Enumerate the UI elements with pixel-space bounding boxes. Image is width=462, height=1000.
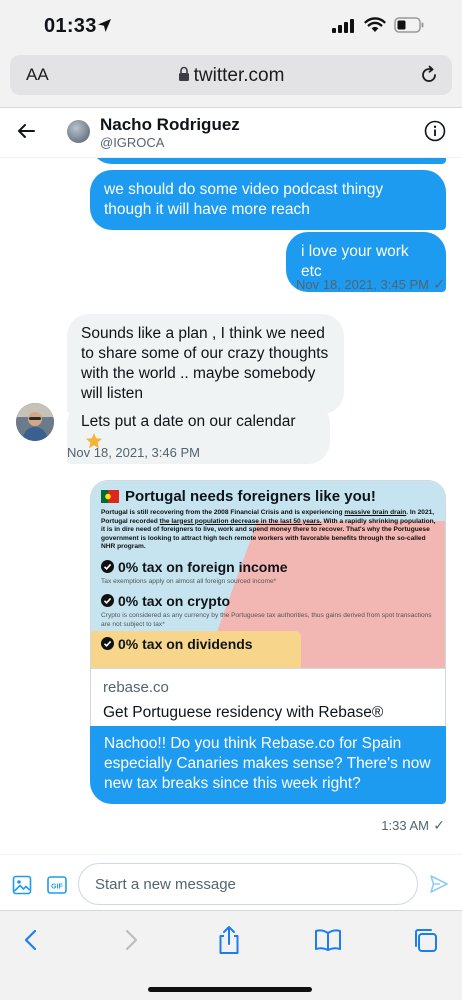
image-title-text: Portugal needs foreigners like you! [125,488,376,505]
share-icon[interactable] [216,925,242,955]
link-preview-card[interactable]: Portugal needs foreigners like you! Port… [90,480,446,735]
svg-text:GIF: GIF [51,883,63,890]
tabs-icon[interactable] [412,927,438,953]
home-indicator [148,987,312,992]
message-timestamp: Nov 18, 2021, 3:46 PM [67,445,200,460]
compose-bar: GIF [0,854,462,910]
benefit-text: 0% tax on dividends [118,635,253,652]
back-arrow-icon[interactable] [16,121,36,141]
url-text: twitter.com [193,65,285,86]
safari-forward-icon[interactable] [122,929,140,951]
message-text: Lets put a date on our calendar [81,413,296,430]
wifi-icon [364,17,386,32]
previous-message-bubble[interactable] [90,158,446,164]
message-bubble-outgoing[interactable]: we should do some video podcast thingy t… [90,170,446,230]
benefit-text: 0% tax on foreign income [118,558,288,575]
checkmark-icon [101,637,114,651]
safari-toolbar [0,910,462,1000]
message-timestamp: 1:33 AM [381,818,429,833]
image-content: Portugal needs foreigners like you! Port… [101,487,437,653]
header-avatar[interactable] [67,120,90,143]
battery-icon [394,17,424,33]
benefit-heading: 0% tax on crypto [101,592,437,610]
message-bubble-outgoing[interactable]: Nachoo!! Do you think Rebase.co for Spai… [90,726,446,804]
benefit-heading: 0% tax on foreign income [101,558,437,576]
desc-underlined: massive brain drain [344,509,407,516]
location-arrow-icon [98,19,111,32]
safari-back-icon[interactable] [22,929,40,951]
contact-name[interactable]: Nacho Rodriguez [100,115,240,135]
link-preview-text[interactable]: rebase.co Get Portuguese residency with … [91,668,445,734]
url-display[interactable]: twitter.com [10,65,452,87]
send-icon[interactable] [429,874,449,894]
lock-icon [178,66,189,81]
link-domain: rebase.co [103,679,169,696]
benefit-text: 0% tax on crypto [118,592,231,609]
message-bubble-incoming[interactable]: Sounds like a plan , I think we need to … [67,314,344,414]
message-input[interactable] [78,863,418,905]
image-description: Portugal is still recovering from the 20… [101,509,437,552]
benefit-note: Crypto is considered as any currency by … [101,611,432,628]
seen-status-icon: ✓ [433,276,445,292]
conversation-header: Nacho Rodriguez @IGROCA [0,108,462,158]
info-icon[interactable] [424,120,446,142]
message-timestamp: Nov 18, 2021, 3:45 PM [296,277,429,292]
link-preview-image[interactable]: Portugal needs foreigners like you! Port… [91,481,445,668]
status-time: 01:33 [44,15,97,37]
benefit-note: Tax exemptions apply on almost all forei… [101,577,277,585]
conversation-thread[interactable]: we should do some video podcast thingy t… [0,158,462,854]
status-bar: 01:33 [0,0,462,50]
portugal-flag-icon [101,490,119,503]
gif-icon[interactable]: GIF [47,876,67,894]
address-field[interactable]: AA twitter.com [10,55,452,95]
signal-icon [332,19,354,33]
safari-address-bar: AA twitter.com [0,50,462,108]
bookmarks-icon[interactable] [314,928,342,952]
benefit-heading: 0% tax on dividends [101,635,437,653]
media-icon[interactable] [12,875,32,895]
checkmark-icon [101,560,114,574]
desc-text: Portugal is still recovering from the 20… [101,509,345,516]
image-title: Portugal needs foreigners like you! [101,487,437,506]
contact-handle[interactable]: @IGROCA [100,135,164,150]
reload-icon[interactable] [418,64,440,86]
desc-underlined: the largest population decrease in the l… [159,517,322,525]
seen-status-icon: ✓ [433,817,445,833]
checkmark-icon [101,594,114,608]
link-title[interactable]: Get Portuguese residency with Rebase® [103,704,433,722]
sender-avatar[interactable] [16,403,54,441]
